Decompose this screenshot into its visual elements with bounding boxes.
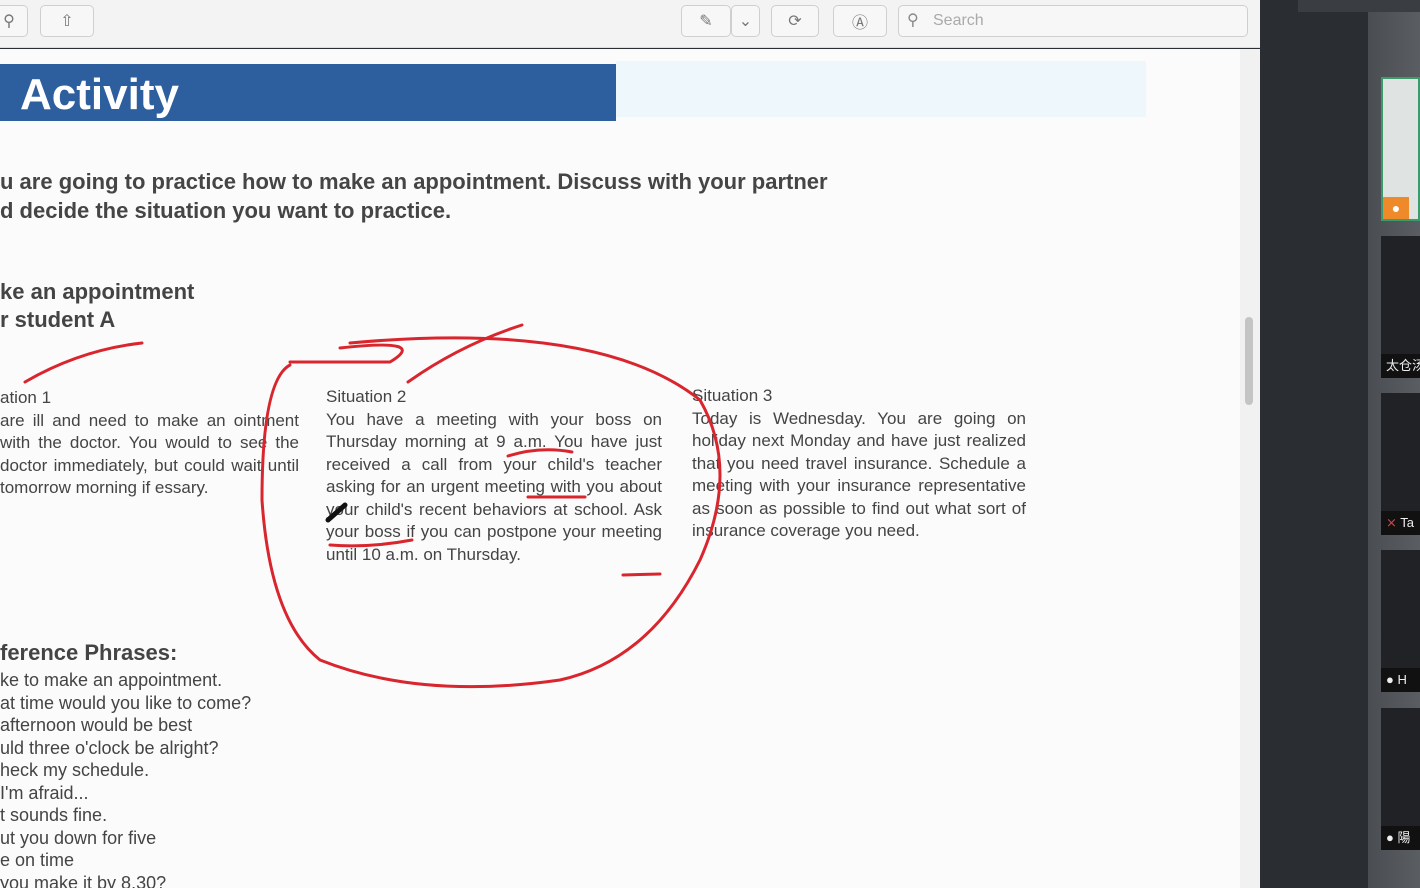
participant-label: ● 陽 xyxy=(1381,826,1420,850)
user-icon: ● xyxy=(1383,197,1409,219)
intro-text: u are going to practice how to make an a… xyxy=(0,167,1040,225)
zoom-button[interactable]: ⚲ xyxy=(0,5,28,37)
mic-icon: ● xyxy=(1386,830,1394,845)
phrase: uld three o'clock be alright? xyxy=(0,737,219,758)
scrollbar-thumb[interactable] xyxy=(1245,317,1253,405)
section-title-line: ke an appointment xyxy=(0,279,195,304)
phrase: ke to make an appointment. xyxy=(0,670,223,690)
banner-title: Activity xyxy=(20,70,179,119)
phrase: at time would you like to come? xyxy=(0,692,252,713)
document-page: Activity u are going to practice how to … xyxy=(0,49,1240,888)
participant-label: ● H xyxy=(1381,668,1420,692)
participant-name: H xyxy=(1397,672,1407,687)
phrase: e on time xyxy=(0,850,75,870)
activity-banner: Activity xyxy=(0,64,616,121)
share-button[interactable]: ⇧ xyxy=(40,5,94,37)
situation-title: Situation 3 xyxy=(692,386,773,405)
phrase: t sounds fine. xyxy=(0,805,108,825)
phrase: I'm afraid... xyxy=(0,782,89,803)
participant-name: 陽 xyxy=(1397,830,1411,845)
phrase: you make it by 8.30? xyxy=(0,872,167,888)
top-strip xyxy=(1298,0,1420,12)
participant-name: Ta xyxy=(1400,515,1415,530)
intro-line: d decide the situation you want to pract… xyxy=(0,198,452,223)
situation-body: You have a meeting with your boss on Thu… xyxy=(326,409,662,564)
section-title: ke an appointment r student A xyxy=(0,278,194,334)
highlight-button[interactable]: ✎ xyxy=(681,5,731,37)
viewer-toolbar: ⚲ ⇧ ✎ ⌄ ⟳ Ⓐ ⚲ Search xyxy=(0,0,1260,48)
situation-body: Today is Wednesday. You are going on hol… xyxy=(692,408,1026,541)
situation-1: ation 1 are ill and need to make an ointm… xyxy=(0,387,299,500)
situation-2: Situation 2 You have a meeting with your … xyxy=(326,386,662,566)
markup-button[interactable]: Ⓐ xyxy=(833,5,887,37)
rotate-button[interactable]: ⟳ xyxy=(771,5,819,37)
mic-icon: ● xyxy=(1386,672,1394,687)
situation-body: are ill and need to make an ointment wit… xyxy=(0,410,299,498)
mic-muted-icon: ⨯ xyxy=(1386,515,1397,530)
participant-tile[interactable]: ⨯ Ta xyxy=(1381,393,1420,535)
markup-icon: Ⓐ xyxy=(851,15,868,32)
intro-line: u are going to practice how to make an a… xyxy=(0,169,828,194)
highlight-dropdown[interactable]: ⌄ xyxy=(731,5,760,37)
situation-3: Situation 3 Today is Wednesday. You are g… xyxy=(692,385,1026,543)
share-icon: ⇧ xyxy=(60,13,74,30)
highlight-pen-icon: ✎ xyxy=(699,13,713,30)
phrase: heck my schedule. xyxy=(0,760,150,780)
zoom-icon: ⚲ xyxy=(3,13,15,30)
participant-tile[interactable]: ● xyxy=(1381,77,1420,221)
chevron-down-icon: ⌄ xyxy=(738,13,753,30)
participant-name: 太仓汤 xyxy=(1381,354,1420,378)
participant-label: ⨯ Ta xyxy=(1381,511,1420,535)
search-placeholder: Search xyxy=(933,12,984,29)
phrases-list: ke to make an appointment. at time would… xyxy=(0,669,251,888)
phrase: afternoon would be best xyxy=(0,715,193,735)
phrases-title: ference Phrases: xyxy=(0,640,178,665)
participant-tile[interactable]: ● 陽 xyxy=(1381,708,1420,850)
side-gap xyxy=(1260,0,1368,888)
participant-tile[interactable]: ● H xyxy=(1381,550,1420,692)
rotate-icon: ⟳ xyxy=(788,13,802,30)
section-title-line: r student A xyxy=(0,307,116,332)
search-icon: ⚲ xyxy=(907,12,919,29)
bleed-through-text xyxy=(616,61,1146,117)
participant-tile[interactable]: 太仓汤 xyxy=(1381,236,1420,378)
situation-title: Situation 2 xyxy=(326,387,407,406)
situation-title: ation 1 xyxy=(0,388,52,407)
vertical-scrollbar[interactable] xyxy=(1240,49,1260,888)
search-input[interactable]: ⚲ Search xyxy=(898,5,1248,37)
phrase: ut you down for five xyxy=(0,827,157,848)
